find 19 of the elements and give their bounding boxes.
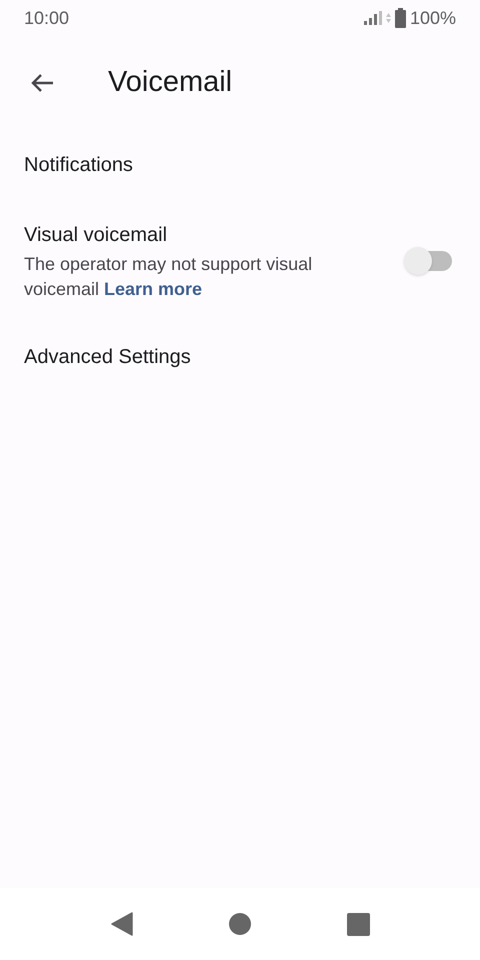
data-arrows-icon (386, 13, 391, 23)
back-arrow-icon (30, 73, 54, 93)
battery-percentage: 100% (410, 6, 456, 30)
battery-icon (394, 8, 406, 28)
signal-icon (364, 11, 382, 25)
settings-item[interactable]: Visual voicemail The operator may not support visual voicemail Learn more (0, 200, 480, 322)
learn-more-link[interactable]: Learn more (104, 279, 202, 299)
item-title: Notifications (24, 153, 134, 178)
back-nav-icon[interactable] (110, 912, 132, 936)
screen-title: Voicemail (108, 65, 232, 100)
home-nav-icon[interactable] (228, 913, 250, 935)
item-summary: The operator may not support visual voicemail Learn more (24, 253, 314, 301)
status-time: 10:00 (24, 6, 70, 30)
recents-nav-icon[interactable] (346, 912, 370, 936)
settings-item[interactable]: Notifications (0, 130, 480, 200)
toggle-switch[interactable] (404, 247, 454, 275)
item-title: Advanced Settings (24, 345, 192, 370)
settings-item[interactable]: Advanced Settings (0, 322, 480, 392)
item-title: Visual voicemail (24, 223, 168, 248)
